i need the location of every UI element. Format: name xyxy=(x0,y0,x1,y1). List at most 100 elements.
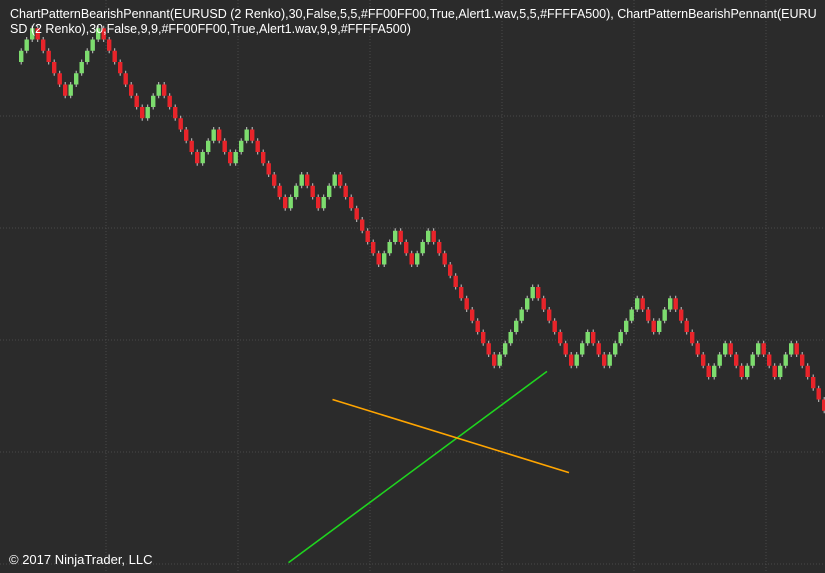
renko-brick-up xyxy=(750,354,755,366)
copyright-label: © 2017 NinjaTrader, LLC xyxy=(9,552,153,567)
renko-brick-down xyxy=(107,39,112,51)
renko-brick-down xyxy=(547,309,552,321)
indicator-label: ChartPatternBearishPennant(EURUSD (2 Ren… xyxy=(10,7,817,36)
renko-brick-up xyxy=(200,152,205,164)
renko-brick-up xyxy=(585,332,590,344)
renko-brick-up xyxy=(420,242,425,254)
renko-brick-up xyxy=(90,39,95,51)
renko-brick-up xyxy=(530,287,535,299)
renko-brick-down xyxy=(673,298,678,310)
renko-brick-down xyxy=(475,320,480,332)
renko-brick-down xyxy=(129,84,134,96)
renko-brick-down xyxy=(140,107,145,119)
renko-brick-down xyxy=(640,298,645,310)
renko-brick-down xyxy=(184,129,189,141)
renko-brick-up xyxy=(712,365,717,377)
renko-brick-down xyxy=(189,140,194,152)
renko-brick-down xyxy=(57,73,62,85)
renko-brick-up xyxy=(294,185,299,197)
renko-brick-up xyxy=(662,309,667,321)
renko-brick-down xyxy=(228,152,233,164)
renko-brick-up xyxy=(580,343,585,355)
renko-brick-down xyxy=(371,242,376,254)
renko-brick-down xyxy=(354,208,359,220)
renko-brick-up xyxy=(382,253,387,265)
renko-brick-down xyxy=(734,354,739,366)
renko-brick-up xyxy=(497,354,502,366)
renko-brick-down xyxy=(805,365,810,377)
renko-brick-down xyxy=(123,73,128,85)
renko-brick-down xyxy=(464,298,469,310)
renko-brick-down xyxy=(310,185,315,197)
renko-brick-down xyxy=(442,253,447,265)
renko-brick-down xyxy=(261,152,266,164)
renko-brick-down xyxy=(376,253,381,265)
renko-brick-down xyxy=(558,332,563,344)
renko-brick-up xyxy=(783,354,788,366)
renko-brick-down xyxy=(811,377,816,389)
renko-brick-up xyxy=(508,332,513,344)
renko-brick-up xyxy=(387,242,392,254)
renko-brick-up xyxy=(74,73,79,85)
renko-brick-down xyxy=(761,343,766,355)
renko-brick-down xyxy=(173,107,178,119)
renko-brick-down xyxy=(365,230,370,242)
renko-brick-down xyxy=(651,320,656,332)
renko-brick-up xyxy=(618,332,623,344)
renko-brick-up xyxy=(629,309,634,321)
renko-brick-up xyxy=(756,343,761,355)
renko-brick-down xyxy=(602,354,607,366)
chart-svg[interactable] xyxy=(0,0,825,573)
renko-brick-down xyxy=(283,197,288,209)
renko-brick-up xyxy=(211,129,216,141)
renko-brick-up xyxy=(288,197,293,209)
renko-brick-down xyxy=(343,185,348,197)
renko-brick-up xyxy=(624,320,629,332)
renko-brick-up xyxy=(24,39,29,51)
renko-brick-up xyxy=(519,309,524,321)
renko-brick-up xyxy=(299,174,304,186)
renko-brick-down xyxy=(800,354,805,366)
renko-brick-up xyxy=(426,230,431,242)
renko-brick-up xyxy=(778,365,783,377)
renko-brick-up xyxy=(657,320,662,332)
renko-brick-up xyxy=(574,354,579,366)
renko-brick-up xyxy=(393,230,398,242)
renko-brick-up xyxy=(85,50,90,62)
renko-brick-down xyxy=(563,343,568,355)
renko-brick-down xyxy=(816,388,821,400)
renko-brick-down xyxy=(178,118,183,130)
renko-brick-down xyxy=(772,365,777,377)
renko-brick-down xyxy=(459,287,464,299)
renko-brick-up xyxy=(327,185,332,197)
renko-brick-down xyxy=(569,354,574,366)
renko-brick-down xyxy=(448,264,453,276)
renko-brick-up xyxy=(156,84,161,96)
pennant-support-line xyxy=(288,370,548,564)
renko-brick-up xyxy=(745,365,750,377)
renko-brick-down xyxy=(690,332,695,344)
renko-brick-down xyxy=(112,50,117,62)
renko-brick-up xyxy=(332,174,337,186)
renko-brick-down xyxy=(767,354,772,366)
renko-brick-down xyxy=(706,365,711,377)
renko-brick-up xyxy=(503,343,508,355)
renko-brick-down xyxy=(728,343,733,355)
renko-brick-down xyxy=(453,275,458,287)
renko-brick-down xyxy=(167,95,172,107)
renko-brick-down xyxy=(591,332,596,344)
renko-brick-down xyxy=(431,230,436,242)
renko-brick-down xyxy=(118,62,123,74)
renko-brick-up xyxy=(415,253,420,265)
renko-brick-up xyxy=(19,50,24,62)
renko-brick-down xyxy=(195,152,200,164)
renko-brick-up xyxy=(789,343,794,355)
renko-chart[interactable] xyxy=(0,0,825,573)
renko-brick-up xyxy=(206,140,211,152)
renko-brick-down xyxy=(541,298,546,310)
renko-brick-up xyxy=(151,95,156,107)
renko-brick-up xyxy=(635,298,640,310)
renko-brick-up xyxy=(717,354,722,366)
renko-brick-down xyxy=(470,309,475,321)
renko-brick-up xyxy=(233,152,238,164)
